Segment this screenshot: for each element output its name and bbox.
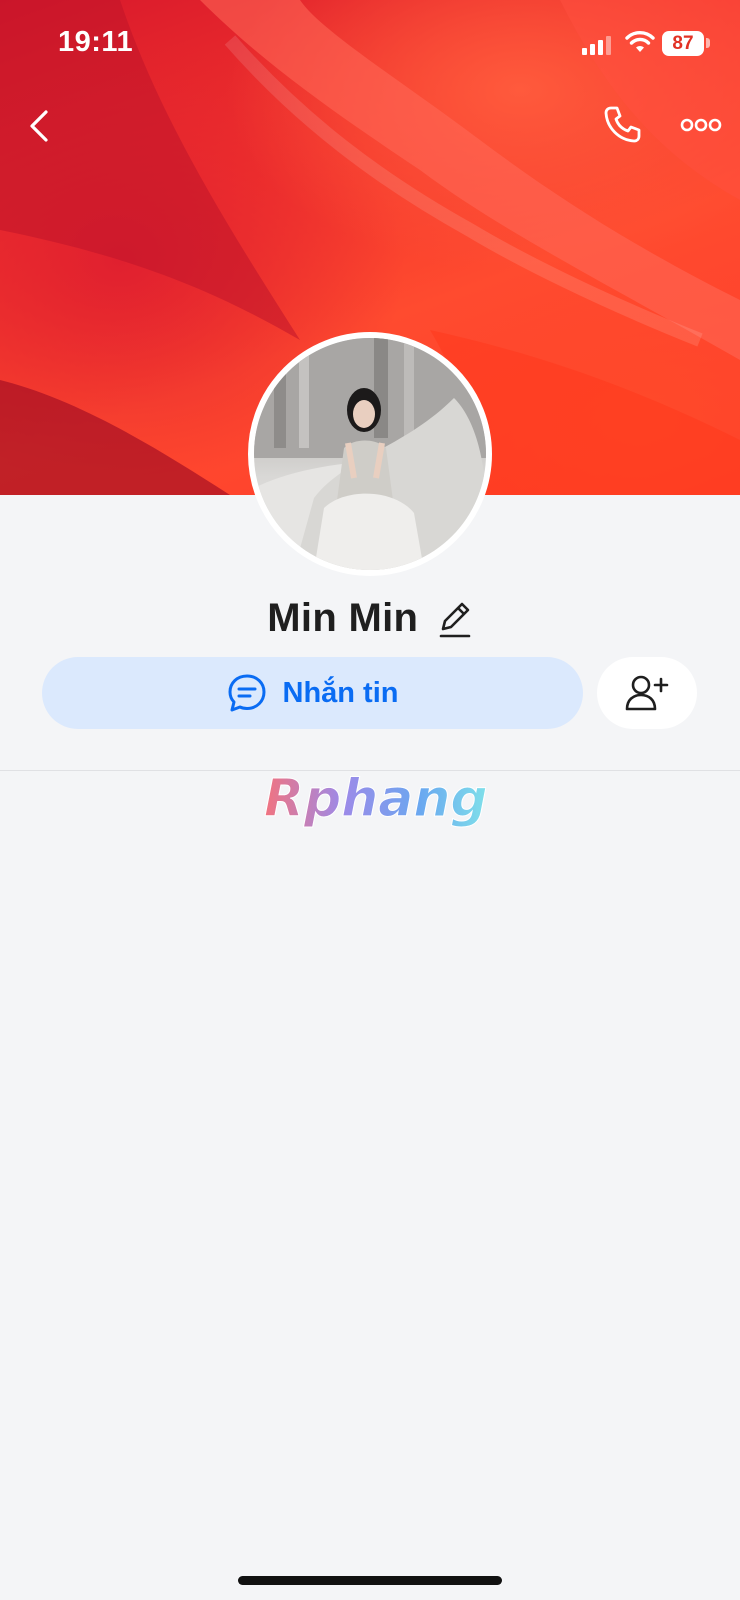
phone-icon[interactable] <box>602 104 642 144</box>
add-friend-button[interactable] <box>597 657 697 729</box>
message-button-label: Nhắn tin <box>282 676 399 709</box>
add-user-icon <box>625 675 669 711</box>
cellular-signal-icon <box>582 36 611 55</box>
avatar-photo <box>254 338 486 570</box>
chat-bubble-icon <box>228 674 265 712</box>
status-time: 19:11 <box>58 26 134 58</box>
pencil-icon[interactable] <box>437 599 473 639</box>
profile-name: Min Min <box>267 596 419 640</box>
battery-cap <box>706 38 710 48</box>
watermark-logo: Rphang <box>264 769 487 830</box>
battery-indicator: 87 <box>662 31 704 56</box>
profile-name-row: Min Min <box>0 596 740 641</box>
status-bar: 19:11 87 <box>0 0 740 90</box>
watermark-text: Rphang <box>264 769 486 829</box>
home-indicator[interactable] <box>238 1576 502 1585</box>
message-button[interactable]: Nhắn tin <box>42 657 583 729</box>
wifi-icon <box>625 31 655 52</box>
back-button[interactable] <box>22 104 56 148</box>
more-options-icon[interactable] <box>680 112 722 138</box>
profile-avatar[interactable] <box>248 332 492 576</box>
